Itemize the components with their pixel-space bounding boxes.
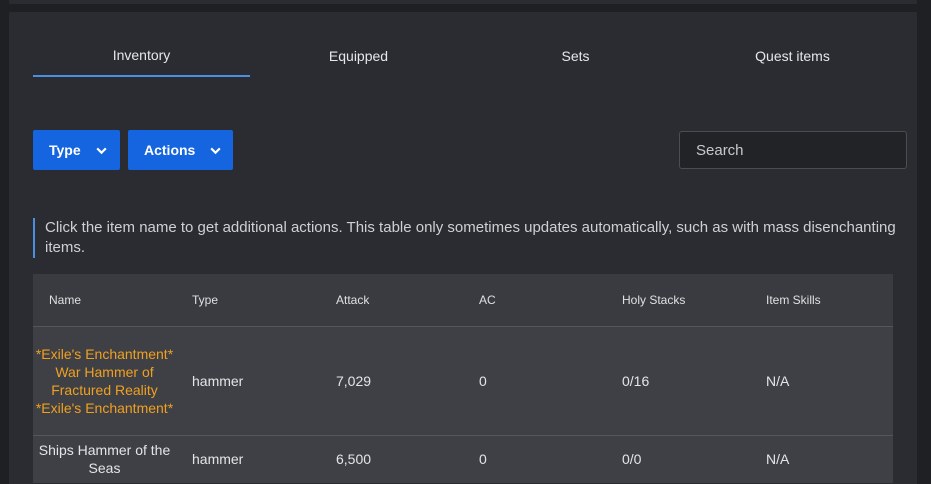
item-name-link[interactable]: Ships Hammer of the Seas	[39, 442, 171, 476]
tab-equipped[interactable]: Equipped	[250, 42, 467, 78]
item-attack: 7,029	[336, 372, 372, 389]
item-type: hammer	[192, 451, 244, 468]
table-row: Ships Hammer of the Seas hammer 6,500 0 …	[33, 435, 893, 483]
item-attack: 6,500	[336, 451, 372, 468]
tab-sets[interactable]: Sets	[467, 42, 684, 78]
header-holy-stacks[interactable]: Holy Stacks	[606, 274, 750, 326]
header-name[interactable]: Name	[33, 274, 176, 326]
type-button-label: Type	[49, 142, 81, 158]
header-attack[interactable]: Attack	[320, 274, 463, 326]
header-type[interactable]: Type	[176, 274, 320, 326]
table-row: *Exile's Enchantment* War Hammer of Frac…	[33, 326, 893, 435]
chevron-down-icon	[210, 147, 221, 154]
item-name-cell: Ships Hammer of the Seas	[33, 435, 176, 483]
item-holy-stacks: 0/16	[622, 372, 650, 389]
item-skills: N/A	[766, 451, 790, 468]
item-name-cell: *Exile's Enchantment* War Hammer of Frac…	[33, 326, 176, 435]
actions-dropdown-button[interactable]: Actions	[128, 130, 233, 170]
info-notice: Click the item name to get additional ac…	[33, 218, 901, 258]
top-bar	[9, 0, 917, 4]
chevron-down-icon	[96, 147, 107, 154]
search-input[interactable]	[679, 131, 907, 169]
header-item-skills[interactable]: Item Skills	[750, 274, 893, 326]
actions-button-label: Actions	[144, 142, 196, 158]
table-header-row: Name Type Attack AC Holy Stacks Item Ski…	[33, 274, 893, 326]
item-holy-stacks: 0/0	[622, 451, 642, 468]
item-ac: 0	[479, 451, 487, 468]
tab-bar: Inventory Equipped Sets Quest items	[33, 42, 901, 78]
type-dropdown-button[interactable]: Type	[33, 130, 120, 170]
inventory-panel: Inventory Equipped Sets Quest items Type…	[9, 12, 917, 484]
item-ac: 0	[479, 372, 487, 389]
item-name-link[interactable]: *Exile's Enchantment* War Hammer of Frac…	[36, 346, 173, 416]
inventory-table: Name Type Attack AC Holy Stacks Item Ski…	[33, 274, 893, 483]
tab-inventory[interactable]: Inventory	[33, 41, 250, 77]
header-ac[interactable]: AC	[463, 274, 606, 326]
tab-quest-items[interactable]: Quest items	[684, 42, 901, 78]
item-type: hammer	[192, 372, 244, 389]
item-skills: N/A	[766, 372, 790, 389]
